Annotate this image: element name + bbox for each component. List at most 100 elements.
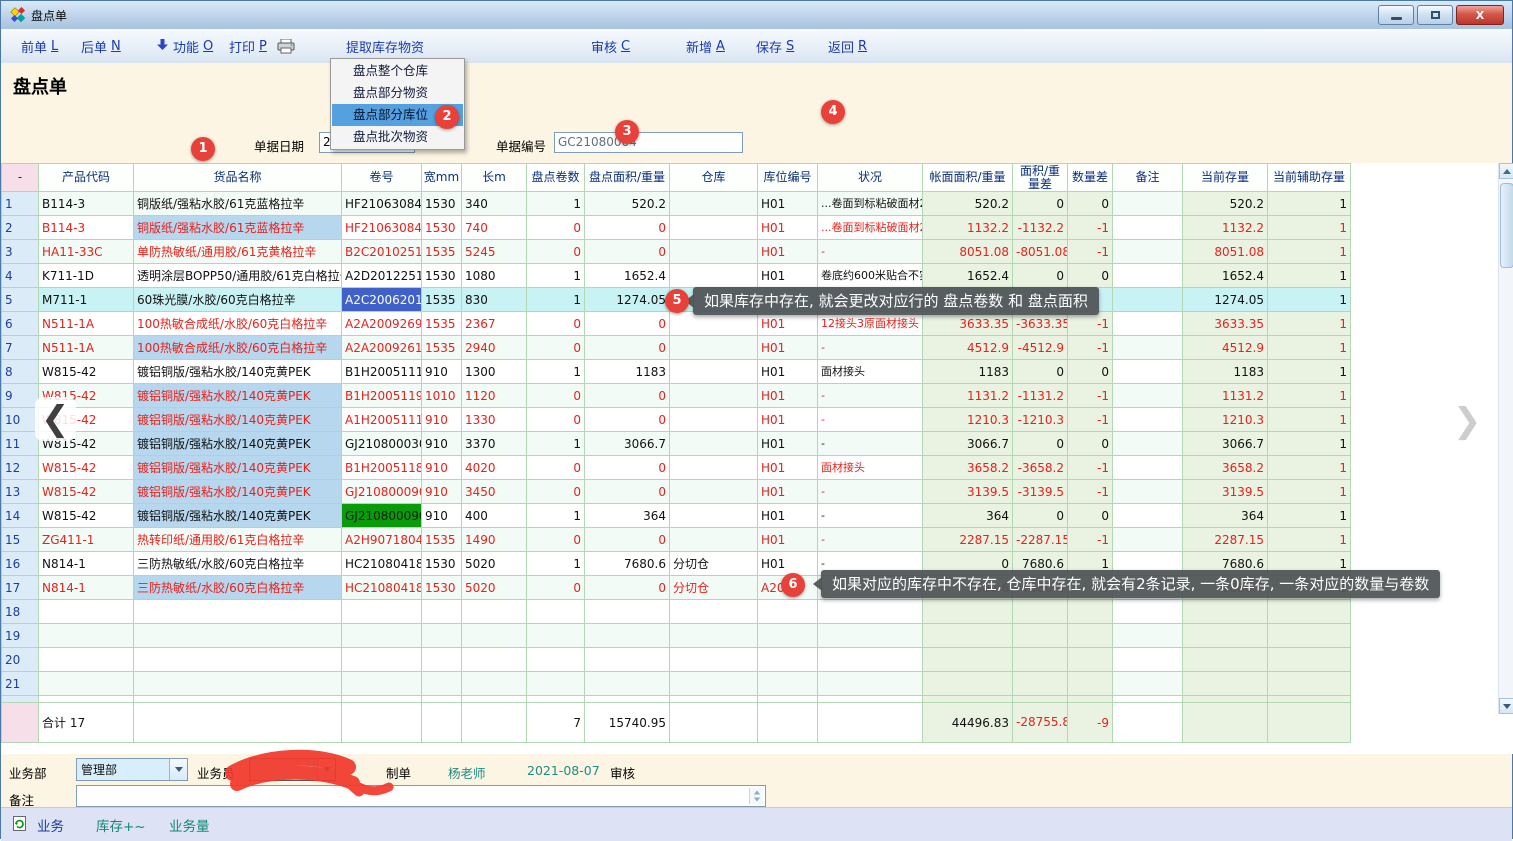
cell-book[interactable]: 364 (923, 504, 1013, 528)
cell-stock[interactable]: 1183 (1183, 360, 1268, 384)
cell-qty[interactable]: -1 (1068, 336, 1113, 360)
cell-diff[interactable]: 0 (1013, 432, 1068, 456)
cell-diff[interactable]: -3139.5 (1013, 480, 1068, 504)
cell-name[interactable]: 100热敏合成纸/水胶/60克白格拉辛 (134, 312, 342, 336)
cell-status[interactable]: - (818, 504, 923, 528)
cell-n[interactable]: 6 (2, 312, 39, 336)
cell-qty[interactable]: -9 (1068, 703, 1113, 743)
cell-code[interactable]: W815-42 (39, 480, 134, 504)
cell-code[interactable]: W815-42 (39, 456, 134, 480)
cell-stock[interactable] (1183, 624, 1268, 648)
cell-status[interactable]: - (818, 432, 923, 456)
cell-loc[interactable] (758, 600, 818, 624)
cell-width[interactable]: 1530 (422, 216, 462, 240)
cell-stock[interactable] (1183, 600, 1268, 624)
cell-name[interactable]: 三防热敏纸/水胶/60克白格拉辛 (134, 576, 342, 600)
cell-book[interactable] (923, 624, 1013, 648)
new-button[interactable]: 新增A (686, 29, 725, 63)
cell-n[interactable]: 1 (2, 192, 39, 216)
cell-roll[interactable]: HF2106308401 (342, 192, 422, 216)
cell-width[interactable]: 1535 (422, 336, 462, 360)
cell-aux[interactable]: 1 (1268, 408, 1351, 432)
cell-note[interactable] (1113, 312, 1183, 336)
cell-wh[interactable] (670, 192, 758, 216)
cell-qty[interactable] (1068, 672, 1113, 696)
cell-length[interactable]: 830 (462, 288, 527, 312)
cell-count[interactable] (527, 648, 585, 672)
cell-length[interactable]: 1080 (462, 264, 527, 288)
cell-area[interactable]: 0 (585, 576, 670, 600)
menu-item-batch-goods[interactable]: 盘点批次物资 (332, 126, 463, 148)
cell-roll[interactable]: A1H2005111 (342, 408, 422, 432)
cell-length[interactable]: 1490 (462, 528, 527, 552)
cell-qty[interactable]: -1 (1068, 312, 1113, 336)
cell-wh[interactable] (670, 360, 758, 384)
cell-qty[interactable]: -1 (1068, 384, 1113, 408)
cell-status[interactable]: - (818, 336, 923, 360)
cell-status[interactable]: - (818, 480, 923, 504)
cell-loc[interactable]: H01 (758, 408, 818, 432)
cell-qty[interactable]: -1 (1068, 240, 1113, 264)
cell-area[interactable]: 7680.6 (585, 552, 670, 576)
cell-aux[interactable]: 1 (1268, 264, 1351, 288)
col-header-stock[interactable]: 当前存量 (1183, 164, 1268, 192)
cell-aux[interactable]: 1 (1268, 288, 1351, 312)
cell-code[interactable] (39, 672, 134, 696)
cell-stock[interactable]: 1132.2 (1183, 216, 1268, 240)
cell-code[interactable] (39, 624, 134, 648)
cell-count[interactable]: 0 (527, 480, 585, 504)
cell-qty[interactable]: -1 (1068, 528, 1113, 552)
cell-roll[interactable]: A2H9071804 (342, 528, 422, 552)
cell-area[interactable]: 0 (585, 240, 670, 264)
col-header-status[interactable]: 状况 (818, 164, 923, 192)
cell-code[interactable]: N814-1 (39, 576, 134, 600)
cell-width[interactable]: 1530 (422, 192, 462, 216)
cell-width[interactable]: 910 (422, 360, 462, 384)
cell-status[interactable]: - (818, 528, 923, 552)
cell-width[interactable]: 1535 (422, 312, 462, 336)
cell-book[interactable] (923, 672, 1013, 696)
cell-length[interactable]: 1330 (462, 408, 527, 432)
cell-name[interactable]: 60珠光膜/水胶/60克白格拉辛 (134, 288, 342, 312)
cell-count[interactable]: 0 (527, 312, 585, 336)
cell-diff[interactable]: -1210.3 (1013, 408, 1068, 432)
cell-loc[interactable]: H01 (758, 240, 818, 264)
cell-length[interactable]: 4020 (462, 456, 527, 480)
cell-status[interactable]: 面材接头 (818, 456, 923, 480)
cell-status[interactable]: 12接头3原面材接头 (818, 312, 923, 336)
cell-diff[interactable]: 0 (1013, 192, 1068, 216)
cell-note[interactable] (1113, 504, 1183, 528)
cell-roll[interactable]: GJ210800090023 (342, 504, 422, 528)
cell-area[interactable]: 15740.95 (585, 703, 670, 743)
cell-stock[interactable]: 3633.35 (1183, 312, 1268, 336)
cell-loc[interactable] (758, 672, 818, 696)
cell-aux[interactable] (1268, 648, 1351, 672)
cell-book[interactable] (923, 648, 1013, 672)
cell-aux[interactable]: 1 (1268, 240, 1351, 264)
scroll-thumb[interactable] (1500, 183, 1513, 268)
cell-width[interactable] (422, 648, 462, 672)
cell-n[interactable]: 13 (2, 480, 39, 504)
cell-aux[interactable]: 1 (1268, 216, 1351, 240)
cell-wh[interactable]: 分切仓 (670, 552, 758, 576)
cell-aux[interactable]: 1 (1268, 336, 1351, 360)
cell-stock[interactable]: 520.2 (1183, 192, 1268, 216)
cell-length[interactable]: 740 (462, 216, 527, 240)
cell-loc[interactable]: H01 (758, 384, 818, 408)
cell-name[interactable]: 镀铝铜版/强粘水胶/140克黄PEK (134, 384, 342, 408)
cell-diff[interactable]: -8051.08 (1013, 240, 1068, 264)
cell-loc[interactable]: H01 (758, 216, 818, 240)
cell-roll[interactable]: B1H2005118 (342, 456, 422, 480)
cell-roll[interactable]: HC2108041801C (342, 576, 422, 600)
col-header-roll[interactable]: 卷号 (342, 164, 422, 192)
cell-name[interactable]: 镀铝铜版/强粘水胶/140克黄PEK (134, 360, 342, 384)
cell-loc[interactable] (758, 648, 818, 672)
cell-aux[interactable] (1268, 624, 1351, 648)
cell-note[interactable] (1113, 288, 1183, 312)
cell-qty[interactable]: -1 (1068, 408, 1113, 432)
cell-stock[interactable]: 1210.3 (1183, 408, 1268, 432)
cell-length[interactable]: 2367 (462, 312, 527, 336)
cell-count[interactable]: 0 (527, 216, 585, 240)
cell-aux[interactable]: 1 (1268, 432, 1351, 456)
cell-aux[interactable]: 1 (1268, 312, 1351, 336)
